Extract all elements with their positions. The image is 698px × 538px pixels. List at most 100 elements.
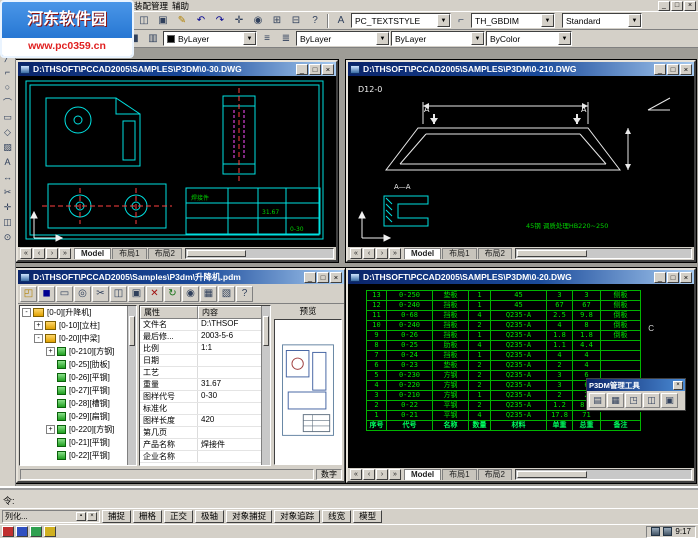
property-row[interactable]: 比例 1:1 <box>140 343 270 355</box>
close-button[interactable]: × <box>330 271 342 283</box>
close-panel-icon[interactable]: ▣ <box>661 393 678 408</box>
tree-node-0-22[interactable]: [0-22][平钢] <box>20 449 136 462</box>
tab-last-icon[interactable]: » <box>59 248 71 259</box>
chevron-down-icon[interactable]: ▼ <box>628 14 641 27</box>
close-button[interactable]: × <box>680 63 692 75</box>
tree-expander-icon[interactable] <box>46 360 55 369</box>
tree-node-0-0[interactable]: - [0-0][升降机] <box>20 306 136 319</box>
bom-row[interactable]: 12 0-240 挡板 1 45 67 67 侧板 <box>367 301 641 311</box>
layer-states-icon[interactable]: ▥ <box>144 30 162 47</box>
tree-node-0-28[interactable]: [0-28][槽钢] <box>20 397 136 410</box>
polyline-icon[interactable]: ⌐ <box>0 65 15 79</box>
refresh-icon[interactable]: ↻ <box>164 285 181 302</box>
tab-prev-icon[interactable]: ‹ <box>363 469 375 480</box>
polygon-icon[interactable]: ◇ <box>0 125 15 139</box>
paste-icon[interactable]: ▣ <box>128 285 145 302</box>
tab-layout1[interactable]: 布局1 <box>442 248 477 259</box>
docked-palette-title[interactable]: 列化... ▪ × <box>2 510 100 523</box>
bom-row[interactable]: 8 0-25 肋板 4 Q235-A 1.1 4.4 <box>367 341 641 351</box>
bom-row[interactable]: 1 0-21 平钢 4 Q235-A 17.8 71 <box>367 411 641 421</box>
window-0-30-dwg[interactable]: D:\THSOFT\PCCAD2005\SAMPLES\P3DM\0-30.DW… <box>16 60 338 262</box>
minimize-button[interactable]: _ <box>296 63 308 75</box>
tree-node-0-21[interactable]: [0-21][平钢] <box>20 436 136 449</box>
tree-node-0-27[interactable]: [0-27][平钢] <box>20 384 136 397</box>
bom-row[interactable]: 13 0-250 垫板 1 45 3 3 侧板 <box>367 291 641 301</box>
bom-row[interactable]: 7 0-24 挡板 1 Q235-A 4 4 <box>367 351 641 361</box>
paste-icon[interactable]: ▣ <box>154 12 172 29</box>
bom-table-icon[interactable]: ▦ <box>607 393 624 408</box>
tree-expander-icon[interactable]: + <box>46 425 55 434</box>
linetype-combo[interactable]: ByLayer ▼ <box>296 31 390 46</box>
chevron-down-icon[interactable]: ▼ <box>376 32 389 45</box>
taskbar-icon-2[interactable] <box>16 526 28 537</box>
serialize-icon[interactable]: ▤ <box>589 393 606 408</box>
tree-node-0-10[interactable]: + [0-10][立柱] <box>20 319 136 332</box>
column-header-key[interactable]: 属性 <box>140 306 198 319</box>
undo-icon[interactable]: ↶ <box>192 12 210 29</box>
mirror-icon[interactable]: ◫ <box>0 215 15 229</box>
chevron-down-icon[interactable]: ▼ <box>541 14 554 27</box>
export-icon[interactable]: ◳ <box>625 393 642 408</box>
chevron-down-icon[interactable]: ▼ <box>243 32 256 45</box>
maximize-button[interactable]: □ <box>317 271 329 283</box>
horizontal-scrollbar[interactable] <box>515 469 692 480</box>
close-button[interactable]: × <box>684 0 696 11</box>
pan-icon[interactable]: ✛ <box>230 12 248 29</box>
window-titlebar[interactable]: D:\THSOFT\PCCAD2005\SAMPLES\P3DM\0-20.DW… <box>348 270 694 284</box>
plot-style-combo[interactable]: ByColor ▼ <box>486 31 572 46</box>
property-row[interactable]: 企业名称 <box>140 451 270 463</box>
scrollbar-thumb[interactable] <box>263 316 269 346</box>
text-style-combo[interactable]: PC_TEXTSTYLE ▼ <box>351 13 451 28</box>
chevron-down-icon[interactable]: ▼ <box>437 14 450 27</box>
scrollbar-thumb[interactable] <box>187 250 246 257</box>
window-titlebar[interactable]: D:\THSOFT\PCCAD2005\SAMPLES\P3DM\0-210.D… <box>348 62 694 76</box>
property-row[interactable]: 图样代号 0-30 <box>140 391 270 403</box>
workspace-combo[interactable]: Standard ▼ <box>562 13 642 28</box>
window-titlebar[interactable]: D:\THSOFT\PCCAD2005\SAMPLES\P3DM\0-30.DW… <box>18 62 336 76</box>
preview-icon[interactable]: ◎ <box>74 285 91 302</box>
tab-next-icon[interactable]: › <box>376 248 388 259</box>
minimize-button[interactable]: _ <box>658 0 670 11</box>
toggle-lineweight[interactable]: 线宽 <box>322 510 352 523</box>
tree-expander-icon[interactable]: - <box>22 308 31 317</box>
horizontal-scrollbar[interactable] <box>515 248 692 259</box>
tree-expander-icon[interactable]: + <box>46 347 55 356</box>
linetype-icon[interactable]: ≡ <box>258 30 276 47</box>
tab-last-icon[interactable]: » <box>389 248 401 259</box>
copy-icon[interactable]: ◫ <box>643 393 660 408</box>
bom-table-icon[interactable]: ▦ <box>200 285 217 302</box>
help-icon[interactable]: ? <box>306 12 324 29</box>
tree-expander-icon[interactable] <box>46 412 55 421</box>
preview-image[interactable] <box>274 319 342 465</box>
delete-icon[interactable]: ✕ <box>146 285 163 302</box>
tab-next-icon[interactable]: › <box>46 248 58 259</box>
tab-first-icon[interactable]: « <box>350 469 362 480</box>
copy-icon[interactable]: ◫ <box>110 285 127 302</box>
tab-prev-icon[interactable]: ‹ <box>363 248 375 259</box>
tab-model[interactable]: Model <box>404 248 442 259</box>
tree-node-0-26[interactable]: [0-26][平钢] <box>20 371 136 384</box>
tab-first-icon[interactable]: « <box>20 248 32 259</box>
copy-icon[interactable]: ◫ <box>135 12 153 29</box>
toggle-model[interactable]: 模型 <box>353 510 383 523</box>
find-icon[interactable]: ◉ <box>182 285 199 302</box>
property-row[interactable]: 标准化 <box>140 403 270 415</box>
maximize-button[interactable]: □ <box>667 63 679 75</box>
tree-expander-icon[interactable]: - <box>34 334 43 343</box>
zoom-previous-icon[interactable]: ⊟ <box>287 12 305 29</box>
lineweight-icon[interactable]: ≣ <box>277 30 295 47</box>
chevron-down-icon[interactable]: ▼ <box>471 32 484 45</box>
tab-layout2[interactable]: 布局2 <box>147 248 183 259</box>
tree-expander-icon[interactable] <box>46 386 55 395</box>
tree-node-0-210[interactable]: + [0-210][方钢] <box>20 345 136 358</box>
save-icon[interactable]: ◼ <box>38 285 55 302</box>
tree-node-0-25[interactable]: [0-25][肋板] <box>20 358 136 371</box>
property-row[interactable]: 重量 31.67 <box>140 379 270 391</box>
tab-prev-icon[interactable]: ‹ <box>33 248 45 259</box>
drawing-canvas-0-210[interactable]: D12-0 A A A—A 45钢 调质处理HB220~250 <box>348 76 694 247</box>
chevron-down-icon[interactable]: ▼ <box>558 32 571 45</box>
print-icon[interactable]: ▭ <box>56 285 73 302</box>
toggle-otrack[interactable]: 对象追踪 <box>274 510 321 523</box>
hatch-icon[interactable]: ▨ <box>0 140 15 154</box>
zoom-window-icon[interactable]: ⊞ <box>268 12 286 29</box>
